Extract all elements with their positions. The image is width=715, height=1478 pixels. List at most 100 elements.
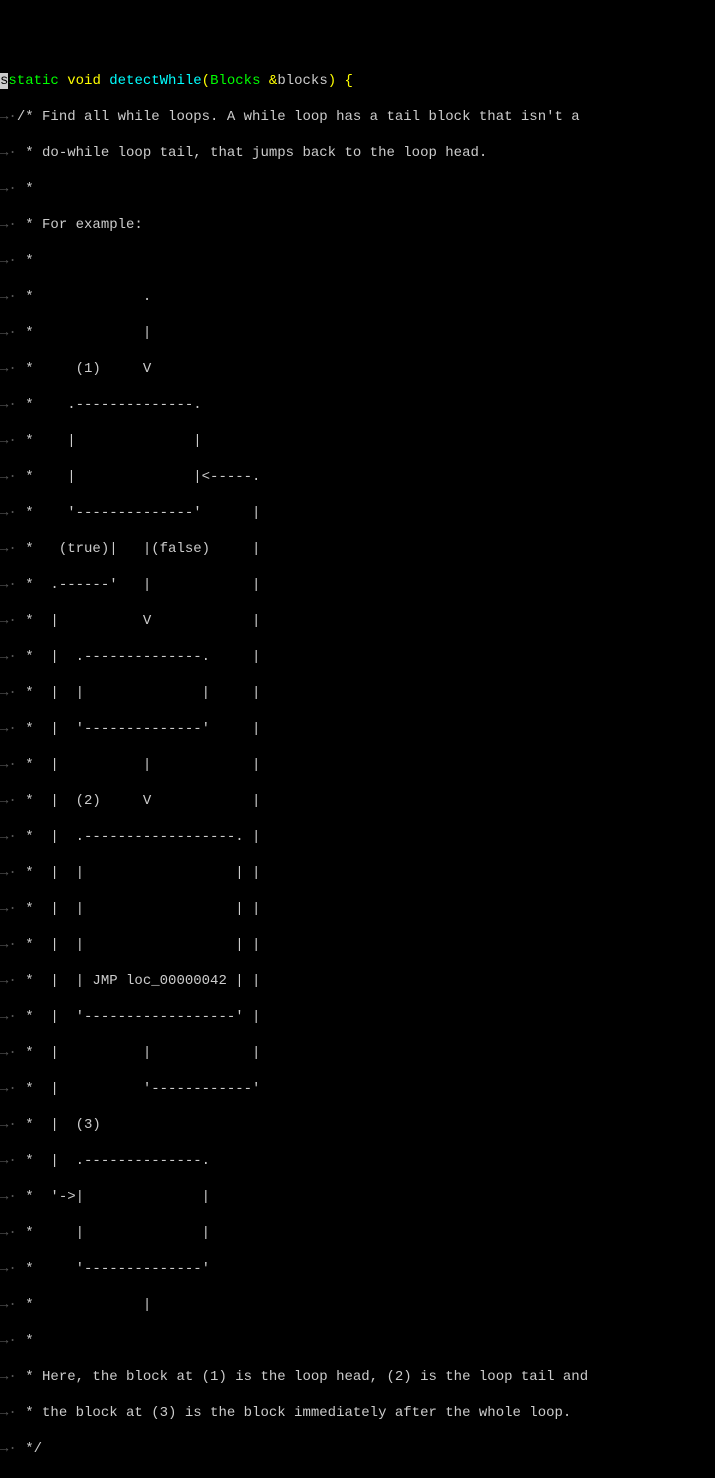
param-name: blocks <box>277 73 327 89</box>
comment-line: →· * '->| | <box>0 1188 715 1206</box>
comment-text: * | | | | <box>17 685 261 701</box>
whitespace-indent: →· <box>0 901 17 917</box>
comment-text: * | .--------------. | <box>17 649 261 665</box>
comment-text: * | '------------' <box>17 1081 261 1097</box>
whitespace-indent: →· <box>0 577 17 593</box>
whitespace-indent: →· <box>0 109 17 125</box>
whitespace-indent: →· <box>0 685 17 701</box>
comment-text: * <box>17 253 34 269</box>
whitespace-indent: →· <box>0 361 17 377</box>
whitespace-indent: →· <box>0 757 17 773</box>
comment-line: →· * | | | | <box>0 936 715 954</box>
comment-text: * (1) V <box>17 361 151 377</box>
keyword-static: static <box>8 73 58 89</box>
comment-text: * | | | | <box>17 865 261 881</box>
comment-text: * the block at (3) is the block immediat… <box>17 1405 572 1421</box>
comment-text: * | V | <box>17 613 261 629</box>
whitespace-indent: →· <box>0 217 17 233</box>
comment-line: →· * <box>0 180 715 198</box>
comment-line: →· * | |<-----. <box>0 468 715 486</box>
comment-text: * <box>17 181 34 197</box>
whitespace-indent: →· <box>0 721 17 737</box>
comment-text: * <box>17 1333 34 1349</box>
comment-line: →· * | (3) <box>0 1116 715 1134</box>
whitespace-indent: →· <box>0 1189 17 1205</box>
lparen: ( <box>202 73 210 89</box>
whitespace-indent: →· <box>0 253 17 269</box>
comment-text: * '--------------' | <box>17 505 261 521</box>
comment-text: * do-while loop tail, that jumps back to… <box>17 145 487 161</box>
comment-line: →· * | '--------------' | <box>0 720 715 738</box>
whitespace-indent: →· <box>0 865 17 881</box>
open-brace: { <box>345 73 353 89</box>
whitespace-indent: →· <box>0 649 17 665</box>
comment-text: * | .------------------. | <box>17 829 261 845</box>
rparen: ) <box>328 73 336 89</box>
whitespace-indent: →· <box>0 505 17 521</box>
param-type: Blocks <box>210 73 260 89</box>
whitespace-indent: →· <box>0 1009 17 1025</box>
whitespace-indent: →· <box>0 1333 17 1349</box>
comment-line: →· * | .--------------. | <box>0 648 715 666</box>
comment-text: * | | | <box>17 1045 261 1061</box>
comment-line: →· * .------' | | <box>0 576 715 594</box>
whitespace-indent: →· <box>0 1261 17 1277</box>
comment-text: * | '--------------' | <box>17 721 261 737</box>
comment-line: →· * do-while loop tail, that jumps back… <box>0 144 715 162</box>
comment-text: * | | <box>17 433 202 449</box>
whitespace-indent: →· <box>0 793 17 809</box>
comment-line: →· */ <box>0 1440 715 1458</box>
comment-line: →· * '--------------' <box>0 1260 715 1278</box>
comment-line: →· * | | | | <box>0 684 715 702</box>
comment-text: * | | | | <box>17 901 261 917</box>
function-name: detectWhile <box>109 73 201 89</box>
comment-text: * Here, the block at (1) is the loop hea… <box>17 1369 588 1385</box>
whitespace-indent: →· <box>0 1405 17 1421</box>
comment-line: →· * | | | | <box>0 900 715 918</box>
comment-line: →· * | | <box>0 1224 715 1242</box>
comment-line: →· * | '------------------' | <box>0 1008 715 1026</box>
comment-line: →· * | | | <box>0 756 715 774</box>
comment-text: * .--------------. <box>17 397 202 413</box>
comment-line: →· * | V | <box>0 612 715 630</box>
comment-line: →· * | .--------------. <box>0 1152 715 1170</box>
comment-text: * (true)| |(false) | <box>17 541 261 557</box>
comment-line: →· * . <box>0 288 715 306</box>
comment-line: →· * | | | <box>0 1044 715 1062</box>
whitespace-indent: →· <box>0 145 17 161</box>
comment-line: →· * '--------------' | <box>0 504 715 522</box>
comment-line: →· * (true)| |(false) | <box>0 540 715 558</box>
comment-line: →· * .--------------. <box>0 396 715 414</box>
comment-line: →· * the block at (3) is the block immed… <box>0 1404 715 1422</box>
comment-text: /* Find all while loops. A while loop ha… <box>17 109 580 125</box>
comment-text: * | |<-----. <box>17 469 261 485</box>
comment-text: * '--------------' <box>17 1261 210 1277</box>
comment-line: →· * | .------------------. | <box>0 828 715 846</box>
comment-text: * For example: <box>17 217 143 233</box>
whitespace-indent: →· <box>0 1225 17 1241</box>
whitespace-indent: →· <box>0 181 17 197</box>
whitespace-indent: →· <box>0 1045 17 1061</box>
whitespace-indent: →· <box>0 1153 17 1169</box>
comment-text: * | | JMP loc_00000042 | | <box>17 973 261 989</box>
comment-text: * | (2) V | <box>17 793 261 809</box>
whitespace-indent: →· <box>0 1441 17 1457</box>
comment-line: →· * | (2) V | <box>0 792 715 810</box>
comment-line: →· * <box>0 252 715 270</box>
comment-text: * . <box>17 289 151 305</box>
comment-line: →· * For example: <box>0 216 715 234</box>
comment-text: * | | | <box>17 757 261 773</box>
whitespace-indent: →· <box>0 1081 17 1097</box>
whitespace-indent: →· <box>0 1117 17 1133</box>
comment-text: * | <box>17 325 151 341</box>
comment-text: * '->| | <box>17 1189 210 1205</box>
comment-line: →· * | <box>0 1296 715 1314</box>
comment-text: * | <box>17 1297 151 1313</box>
whitespace-indent: →· <box>0 325 17 341</box>
whitespace-indent: →· <box>0 613 17 629</box>
signature-line: sstatic void detectWhile(Blocks &blocks)… <box>0 72 715 90</box>
comment-line: →· * | | | | <box>0 864 715 882</box>
comment-text: * .------' | | <box>17 577 261 593</box>
whitespace-indent: →· <box>0 469 17 485</box>
comment-line: →· * | | <box>0 432 715 450</box>
